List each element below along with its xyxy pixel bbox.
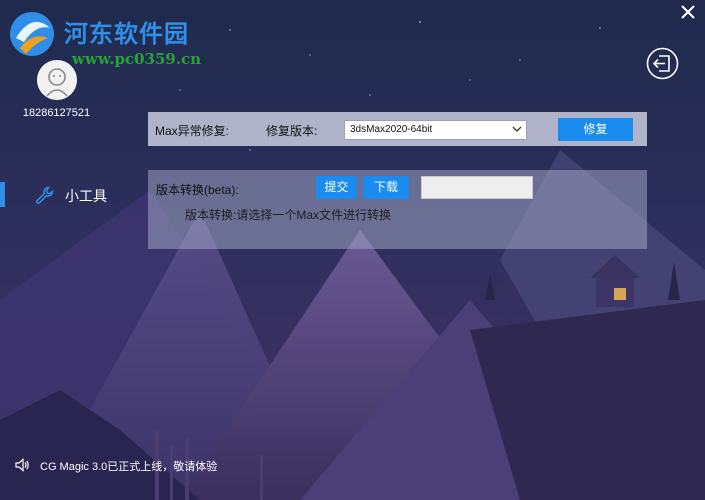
sidebar-item-tools[interactable]: 小工具 bbox=[30, 182, 120, 208]
sidebar-item-label: 小工具 bbox=[65, 188, 107, 204]
watermark-url: www.pc0359.cn bbox=[72, 50, 202, 68]
version-select-value: 3dsMax2020-64bit bbox=[350, 124, 433, 135]
watermark-title: 河东软件园 bbox=[64, 19, 189, 48]
avatar[interactable] bbox=[37, 60, 77, 100]
convert-label: 版本转换(beta): bbox=[156, 183, 239, 197]
watermark-logo: 河东软件园 www.pc0359.cn bbox=[6, 8, 206, 68]
version-select[interactable]: 3dsMax2020-64bit bbox=[344, 120, 527, 140]
max-repair-panel: Max异常修复: 修复版本: 3dsMax2020-64bit 修复 bbox=[148, 112, 647, 146]
background-illustration bbox=[0, 21, 705, 500]
close-button[interactable] bbox=[679, 3, 697, 21]
close-icon bbox=[681, 5, 695, 19]
file-path-field[interactable] bbox=[421, 176, 533, 199]
logout-icon bbox=[646, 47, 679, 80]
submit-button[interactable]: 提交 bbox=[316, 176, 357, 199]
convert-hint: 版本转换:请选择一个Max文件进行转换 bbox=[185, 208, 392, 222]
user-avatar-icon bbox=[37, 60, 77, 100]
username: 18286127521 bbox=[22, 107, 91, 119]
speaker-icon bbox=[15, 458, 29, 472]
download-button[interactable]: 下载 bbox=[363, 176, 409, 199]
announcement-bar: CG Magic 3.0已正式上线，敬请体验 bbox=[14, 456, 274, 474]
logout-button[interactable] bbox=[646, 47, 679, 80]
watermark-emblem-icon bbox=[10, 12, 54, 56]
repair-label: Max异常修复: bbox=[155, 124, 230, 138]
version-convert-panel: 版本转换(beta): 提交 下载 版本转换:请选择一个Max文件进行转换 bbox=[148, 170, 647, 249]
announcement-text: CG Magic 3.0已正式上线，敬请体验 bbox=[40, 461, 218, 473]
sidebar-active-indicator bbox=[0, 182, 5, 207]
wrench-icon bbox=[36, 186, 54, 204]
chevron-down-icon bbox=[512, 126, 522, 132]
repair-button[interactable]: 修复 bbox=[558, 118, 633, 141]
repair-version-label: 修复版本: bbox=[266, 124, 318, 138]
